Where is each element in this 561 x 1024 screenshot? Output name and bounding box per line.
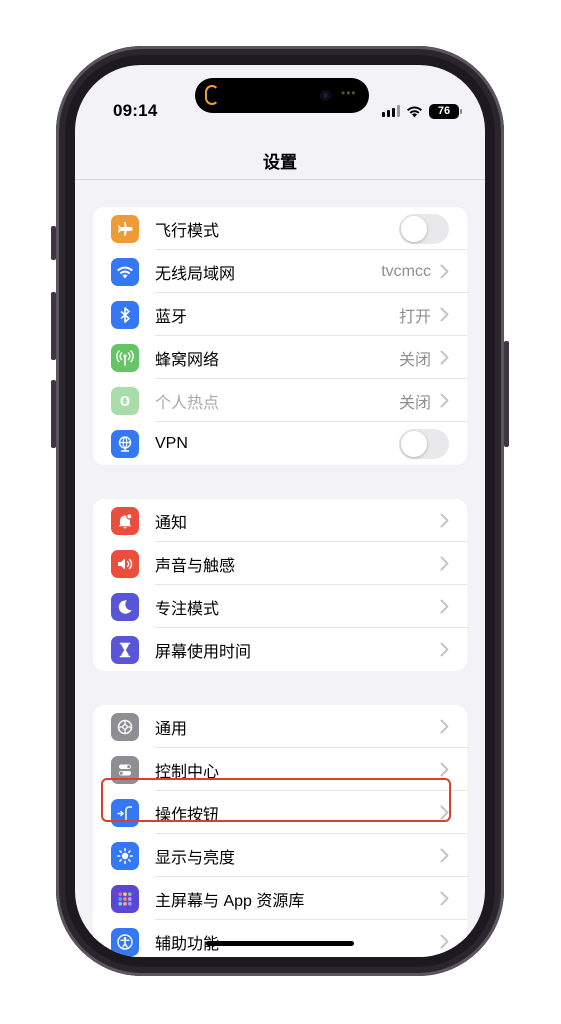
- page-title: 设置: [263, 153, 297, 172]
- row-label: 飞行模式: [155, 222, 220, 240]
- row-value: 关闭: [398, 351, 431, 369]
- settings-row-general[interactable]: 通用: [93, 705, 467, 748]
- row-value: 打开: [398, 308, 431, 326]
- row-label: 蓝牙: [155, 308, 188, 326]
- signal-icon: [382, 105, 400, 117]
- chevron-right-icon: [440, 599, 449, 614]
- chevron-right-icon: [440, 264, 449, 279]
- speaker-icon: [111, 550, 139, 578]
- settings-group-connectivity: 飞行模式 无线局域网 tvcmcc 蓝牙 打开 蜂窝网络 关闭 个人热点 关闭 …: [93, 207, 467, 465]
- chevron-right-icon: [440, 934, 449, 949]
- toggle-knob: [401, 216, 427, 242]
- action-side-button: [51, 226, 56, 260]
- settings-row-accessibility[interactable]: 辅助功能: [93, 920, 467, 957]
- chevron-right-icon: [440, 642, 449, 657]
- hourglass-icon: [111, 636, 139, 664]
- dynamic-island: •••: [195, 78, 369, 113]
- toggle-knob: [401, 431, 427, 457]
- row-label: 通用: [155, 720, 188, 738]
- wifi-status-icon: [407, 106, 422, 117]
- row-label: 声音与触感: [155, 557, 236, 575]
- power-button: [504, 341, 509, 447]
- activity-indicator-icon: [205, 85, 219, 105]
- camera-icon: [320, 90, 331, 101]
- bluetooth-icon: [111, 301, 139, 329]
- airplane-mode-toggle[interactable]: [399, 214, 449, 244]
- settings-row-display-brightness[interactable]: 显示与亮度: [93, 834, 467, 877]
- notification-icon: [111, 507, 139, 535]
- row-label: 主屏幕与 App 资源库: [155, 892, 305, 910]
- chevron-right-icon: [440, 556, 449, 571]
- chevron-right-icon: [440, 350, 449, 365]
- row-label: 通知: [155, 514, 188, 532]
- status-time: 09:14: [113, 101, 158, 120]
- vpn-icon: [111, 430, 139, 458]
- settings-row-cellular[interactable]: 蜂窝网络 关闭: [93, 336, 467, 379]
- chevron-right-icon: [440, 719, 449, 734]
- vpn-toggle[interactable]: [399, 429, 449, 459]
- wifi-icon: [111, 258, 139, 286]
- chevron-right-icon: [440, 307, 449, 322]
- settings-group-general: 通用 控制中心 操作按钮 显示与亮度 主屏幕与 App 资源库 辅助功能: [93, 705, 467, 957]
- row-label: 专注模式: [155, 600, 220, 618]
- cellular-icon: [111, 344, 139, 372]
- settings-row-focus[interactable]: 专注模式: [93, 585, 467, 628]
- settings-row-wifi[interactable]: 无线局域网 tvcmcc: [93, 250, 467, 293]
- settings-group-notifications: 通知 声音与触感 专注模式 屏幕使用时间: [93, 499, 467, 671]
- screen: 09:14 ••• 76 设置 飞行模式 无线局域网 tvcmcc 蓝牙 打开 …: [75, 65, 485, 957]
- settings-row-personal-hotspot[interactable]: 个人热点 关闭: [93, 379, 467, 422]
- status-indicators: 76: [382, 103, 462, 119]
- highlight-box: [101, 778, 451, 822]
- brightness-icon: [111, 842, 139, 870]
- airplane-icon: [111, 215, 139, 243]
- row-label: 显示与亮度: [155, 849, 236, 867]
- settings-row-home-screen[interactable]: 主屏幕与 App 资源库: [93, 877, 467, 920]
- nav-divider: [75, 179, 485, 180]
- row-label: 蜂窝网络: [155, 351, 220, 369]
- home-screen-icon: [111, 885, 139, 913]
- accessibility-icon: [111, 928, 139, 956]
- settings-row-sounds-haptics[interactable]: 声音与触感: [93, 542, 467, 585]
- row-label: VPN: [155, 434, 188, 452]
- settings-row-vpn[interactable]: VPN: [93, 422, 467, 465]
- chevron-right-icon: [440, 762, 449, 777]
- hotspot-icon: [111, 387, 139, 415]
- home-indicator[interactable]: [206, 941, 354, 946]
- settings-row-screen-time[interactable]: 屏幕使用时间: [93, 628, 467, 671]
- volume-down-button: [51, 380, 56, 448]
- row-label: 屏幕使用时间: [155, 643, 252, 661]
- chevron-right-icon: [440, 513, 449, 528]
- chevron-right-icon: [440, 891, 449, 906]
- settings-row-notifications[interactable]: 通知: [93, 499, 467, 542]
- row-value: tvcmcc: [381, 262, 431, 280]
- settings-row-bluetooth[interactable]: 蓝牙 打开: [93, 293, 467, 336]
- battery-icon: 76: [429, 103, 462, 119]
- phone-frame: 09:14 ••• 76 设置 飞行模式 无线局域网 tvcmcc 蓝牙 打开 …: [51, 46, 509, 976]
- settings-row-airplane-mode[interactable]: 飞行模式: [93, 207, 467, 250]
- gear-icon: [111, 713, 139, 741]
- row-label: 无线局域网: [155, 265, 236, 283]
- row-value: 关闭: [398, 394, 431, 412]
- moon-icon: [111, 593, 139, 621]
- row-label: 个人热点: [155, 394, 220, 412]
- chevron-right-icon: [440, 848, 449, 863]
- island-dots: •••: [341, 86, 357, 100]
- volume-up-button: [51, 292, 56, 360]
- chevron-right-icon: [440, 393, 449, 408]
